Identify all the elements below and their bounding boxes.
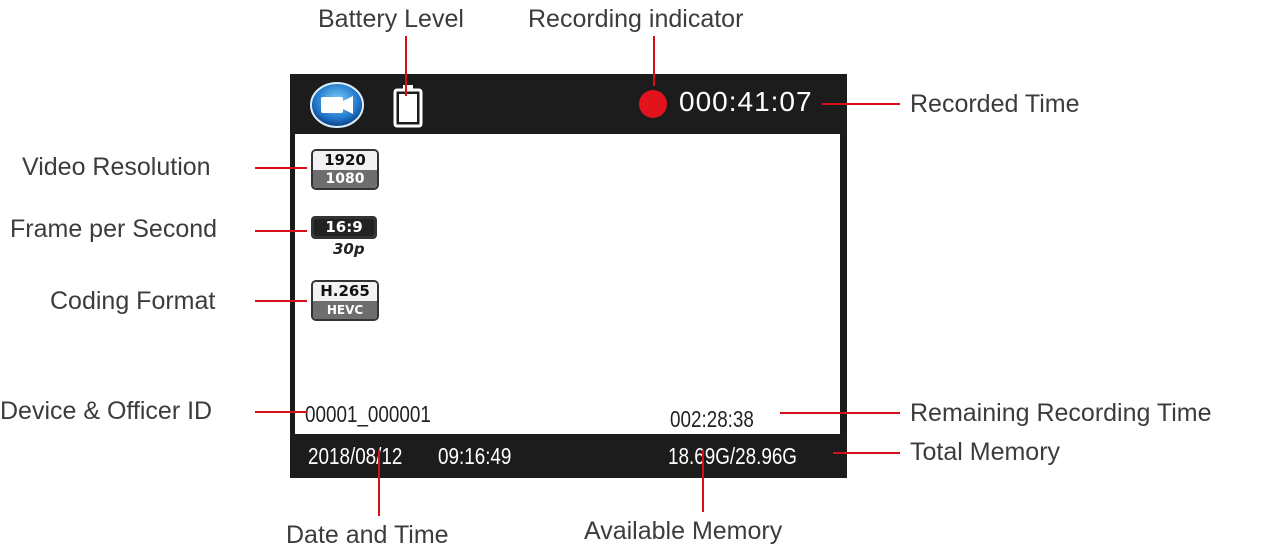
label-date-and-time: Date and Time xyxy=(286,521,449,549)
label-battery-level: Battery Level xyxy=(318,5,464,33)
video-camera-icon xyxy=(310,82,364,128)
resolution-top: 1920 xyxy=(313,151,377,170)
leader-remaining-time xyxy=(780,412,900,414)
label-frame-per-second: Frame per Second xyxy=(10,215,218,243)
leader-available-memory xyxy=(702,450,704,512)
remaining-time-value: 002:28:38 xyxy=(670,406,754,432)
label-video-resolution: Video Resolution xyxy=(22,153,211,181)
device-id-value: 00001_000001 xyxy=(305,401,431,427)
codec-bottom: HEVC xyxy=(313,301,377,319)
leader-frame-per-second xyxy=(255,230,307,232)
recorded-time-value: 000:41:07 xyxy=(679,86,813,117)
screen-status-bar: 000:41:07 xyxy=(290,74,847,134)
device-screen: 000:41:07 1920 1080 16:9 30p H.265 HEVC … xyxy=(290,74,847,478)
screen-info-bar: 2018/08/12 09:16:49 18.69G/28.96G xyxy=(290,434,847,478)
aspect-badge: 16:9 xyxy=(311,216,377,239)
label-coding-format: Coding Format xyxy=(50,287,216,315)
leader-recording xyxy=(653,36,655,86)
fps-value: 30p xyxy=(333,240,365,258)
codec-badge: H.265 HEVC xyxy=(311,280,379,321)
label-available-memory: Available Memory xyxy=(584,517,783,545)
leader-device-id xyxy=(255,411,307,413)
battery-icon xyxy=(393,85,423,128)
record-dot-icon xyxy=(639,90,667,118)
screen-viewport: 1920 1080 16:9 30p H.265 HEVC 00001_0000… xyxy=(295,134,840,434)
label-remaining-recording-time: Remaining Recording Time xyxy=(910,399,1212,427)
codec-top: H.265 xyxy=(313,282,377,301)
memory-value: 18.69G/28.96G xyxy=(668,443,797,469)
leader-total-memory xyxy=(833,452,900,454)
date-value: 2018/08/12 xyxy=(308,443,403,469)
leader-recorded-time xyxy=(822,103,900,105)
label-recorded-time: Recorded Time xyxy=(910,90,1080,118)
resolution-bottom: 1080 xyxy=(313,170,377,188)
leader-date-time xyxy=(378,450,380,516)
time-value: 09:16:49 xyxy=(438,443,512,469)
label-device-officer-id: Device & Officer ID xyxy=(0,397,213,425)
leader-coding-format xyxy=(255,300,307,302)
aspect-value: 16:9 xyxy=(314,219,374,236)
label-total-memory: Total Memory xyxy=(910,438,1061,466)
resolution-badge: 1920 1080 xyxy=(311,149,379,190)
label-recording-indicator: Recording indicator xyxy=(528,5,744,33)
leader-video-resolution xyxy=(255,167,307,169)
leader-battery xyxy=(405,36,407,96)
